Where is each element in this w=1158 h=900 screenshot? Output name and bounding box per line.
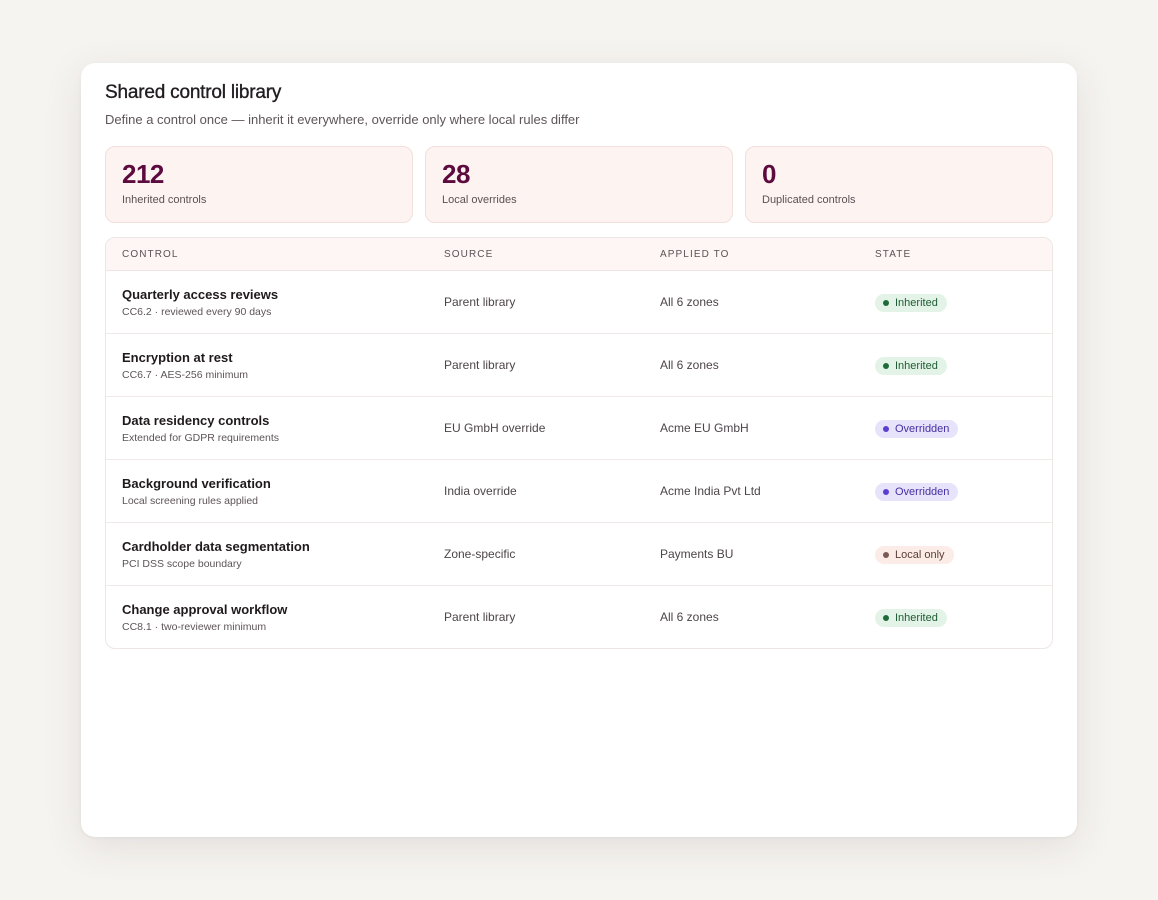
status-badge-label: Inherited	[895, 611, 938, 624]
control-name: Cardholder data segmentation	[122, 538, 310, 554]
applied-to-cell: Payments BU	[660, 547, 734, 561]
control-name: Encryption at rest	[122, 349, 233, 365]
status-badge-overridden: Overridden	[875, 419, 959, 438]
state-cell: Inherited	[859, 293, 1052, 312]
control-library-card: Shared control library Define a control …	[81, 63, 1077, 837]
status-badge-local-only: Local only	[875, 545, 954, 564]
source-cell: Parent library	[444, 610, 516, 624]
page-subtitle: Define a control once — inherit it every…	[105, 112, 580, 127]
table-row[interactable]: Quarterly access reviews CC6.2 · reviewe…	[106, 271, 1052, 334]
stat-value: 0	[762, 159, 776, 189]
status-badge-label: Local only	[895, 548, 945, 561]
stats-row: 212 Inherited controls 28 Local override…	[105, 146, 1053, 223]
source-cell: India override	[444, 484, 517, 498]
status-badge-label: Inherited	[895, 359, 938, 372]
stat-value: 28	[442, 159, 470, 189]
stat-label: Duplicated controls	[762, 194, 856, 206]
control-cell: Background verification Local screening …	[106, 476, 428, 507]
stat-card-overrides: 28 Local overrides	[425, 146, 733, 223]
status-badge-label: Overridden	[895, 485, 950, 498]
table-row[interactable]: Data residency controls Extended for GDP…	[106, 397, 1052, 460]
control-description: CC6.7 · AES-256 minimum	[122, 368, 249, 381]
status-badge-inherited: Inherited	[875, 356, 947, 375]
control-cell: Encryption at rest CC6.7 · AES-256 minim…	[106, 350, 428, 381]
state-cell: Overridden	[859, 482, 1052, 501]
column-header-control[interactable]: CONTROL	[106, 249, 428, 260]
state-cell: Overridden	[859, 419, 1052, 438]
state-cell: Local only	[859, 545, 1052, 564]
stat-card-duplicated: 0 Duplicated controls	[745, 146, 1053, 223]
applied-to-cell: Acme EU GmbH	[660, 421, 749, 435]
status-badge-overridden: Overridden	[875, 482, 959, 501]
status-badge-inherited: Inherited	[875, 293, 947, 312]
stat-label: Inherited controls	[122, 194, 207, 206]
status-dot-icon	[883, 488, 889, 495]
stat-card-inherited: 212 Inherited controls	[105, 146, 413, 223]
control-name: Background verification	[122, 475, 271, 491]
applied-to-cell: All 6 zones	[660, 610, 719, 624]
control-description: CC6.2 · reviewed every 90 days	[122, 305, 272, 318]
control-cell: Quarterly access reviews CC6.2 · reviewe…	[106, 287, 428, 318]
stat-value: 212	[122, 159, 164, 189]
column-header-applied-to[interactable]: APPLIED TO	[644, 249, 859, 260]
control-description: PCI DSS scope boundary	[122, 557, 242, 570]
table-header: CONTROL SOURCE APPLIED TO STATE	[106, 238, 1052, 271]
control-cell: Cardholder data segmentation PCI DSS sco…	[106, 539, 428, 570]
status-badge-label: Overridden	[895, 422, 950, 435]
applied-to-cell: All 6 zones	[660, 295, 719, 309]
control-description: Extended for GDPR requirements	[122, 431, 279, 444]
control-cell: Change approval workflow CC8.1 · two-rev…	[106, 602, 428, 633]
stat-label: Local overrides	[442, 194, 517, 206]
source-cell: Parent library	[444, 295, 516, 309]
status-dot-icon	[883, 425, 889, 432]
table-row[interactable]: Encryption at rest CC6.7 · AES-256 minim…	[106, 334, 1052, 397]
state-cell: Inherited	[859, 608, 1052, 627]
status-dot-icon	[883, 299, 889, 306]
control-name: Change approval workflow	[122, 601, 288, 617]
column-header-source[interactable]: SOURCE	[428, 249, 644, 260]
source-cell: Parent library	[444, 358, 516, 372]
table-row[interactable]: Cardholder data segmentation PCI DSS sco…	[106, 523, 1052, 586]
column-header-state[interactable]: STATE	[859, 249, 1052, 260]
table-row[interactable]: Background verification Local screening …	[106, 460, 1052, 523]
applied-to-cell: Acme India Pvt Ltd	[660, 484, 761, 498]
source-cell: EU GmbH override	[444, 421, 546, 435]
controls-table: CONTROL SOURCE APPLIED TO STATE Quarterl…	[105, 237, 1053, 649]
applied-to-cell: All 6 zones	[660, 358, 719, 372]
state-cell: Inherited	[859, 356, 1052, 375]
status-dot-icon	[883, 362, 889, 369]
control-cell: Data residency controls Extended for GDP…	[106, 413, 428, 444]
status-badge-label: Inherited	[895, 296, 938, 309]
control-description: Local screening rules applied	[122, 494, 259, 507]
control-name: Data residency controls	[122, 412, 270, 428]
table-row[interactable]: Change approval workflow CC8.1 · two-rev…	[106, 586, 1052, 648]
control-description: CC8.1 · two-reviewer minimum	[122, 620, 267, 633]
status-badge-inherited: Inherited	[875, 608, 947, 627]
source-cell: Zone-specific	[444, 547, 516, 561]
page-title: Shared control library	[105, 82, 282, 103]
control-name: Quarterly access reviews	[122, 286, 279, 302]
status-dot-icon	[883, 614, 889, 621]
status-dot-icon	[883, 551, 889, 558]
